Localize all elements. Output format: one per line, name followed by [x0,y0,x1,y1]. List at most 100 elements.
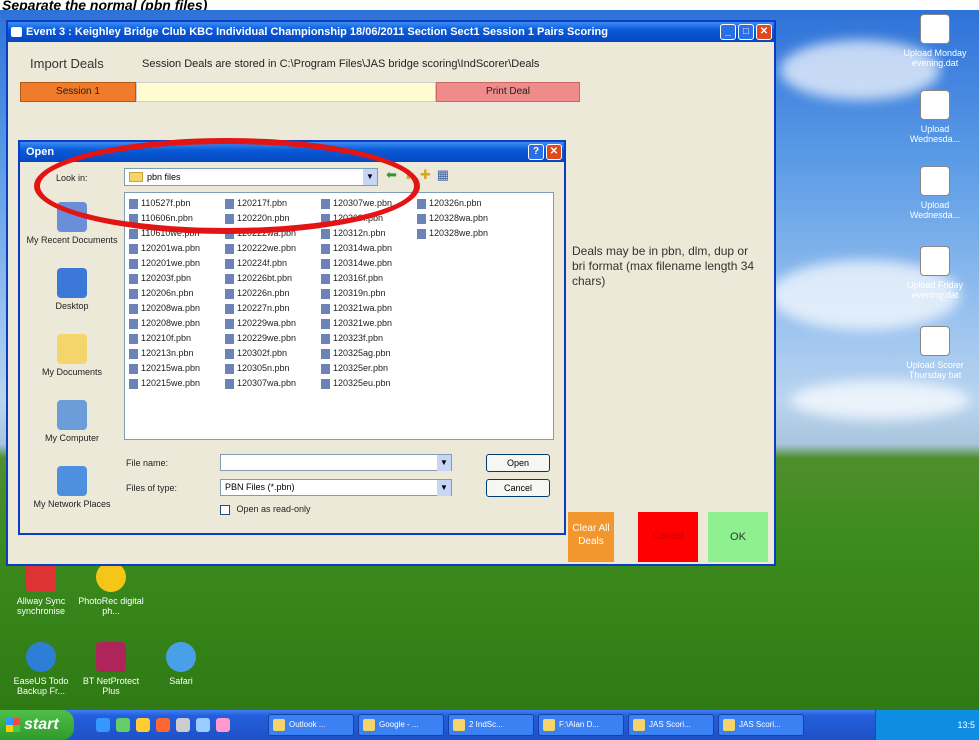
chevron-down-icon[interactable]: ▼ [437,455,451,471]
file-item[interactable]: 120319n.pbn [321,287,386,299]
cal-file-icon [920,166,950,196]
task-jas-scoring-1[interactable]: JAS Scori... [628,714,714,736]
dialog-cancel-button[interactable]: Cancel [486,479,550,497]
file-name-input[interactable]: ▼ [220,454,452,471]
session-1-button[interactable]: Session 1 [20,82,136,102]
pbn-file-icon [129,288,138,299]
desktop-icon-upload-friday[interactable]: Upload Friday evening.dat [900,246,970,300]
minimize-icon[interactable]: _ [720,24,736,40]
file-item[interactable]: 120321wa.pbn [321,302,392,314]
file-item[interactable]: 120326n.pbn [417,197,482,209]
file-item[interactable]: 120215wa.pbn [129,362,200,374]
file-item[interactable]: 120305n.pbn [225,362,290,374]
cancel-button[interactable]: Cancel [638,512,698,562]
desktop-icon-bt-netprotect[interactable]: BT NetProtect Plus [76,642,146,696]
file-item[interactable]: 120314we.pbn [321,257,392,269]
file-item[interactable]: 120201we.pbn [129,257,200,269]
view-menu-icon[interactable]: ▦ [437,167,449,183]
file-item[interactable]: 120206n.pbn [129,287,194,299]
file-item[interactable]: 120312n.pbn [321,227,386,239]
file-item[interactable]: 120328we.pbn [417,227,488,239]
file-item[interactable]: 120215we.pbn [129,377,200,389]
task-outlook[interactable]: Outlook ... [268,714,354,736]
app-titlebar[interactable]: Event 3 : Keighley Bridge Club KBC Indiv… [8,22,774,42]
close-icon[interactable]: ✕ [546,144,562,160]
desktop-icon-safari[interactable]: Safari [146,642,216,686]
desktop-icon-upload-wednesday-2[interactable]: Upload Wednesda... [900,166,970,220]
file-item[interactable]: 120227n.pbn [225,302,290,314]
file-item[interactable]: 120226n.pbn [225,287,290,299]
task-jas-scoring-2[interactable]: JAS Scori... [718,714,804,736]
help-icon[interactable]: ? [528,144,544,160]
file-type-label: Files of type: [126,483,178,493]
file-item[interactable]: 120213n.pbn [129,347,194,359]
file-item[interactable]: 120229wa.pbn [225,317,296,329]
quicklaunch-icon[interactable] [196,718,210,732]
ok-button[interactable]: OK [708,512,768,562]
place-my-computer[interactable]: My Computer [22,396,122,462]
file-item[interactable]: 120316f.pbn [321,272,383,284]
file-item[interactable]: 120203f.pbn [129,272,191,284]
task-indscorer[interactable]: 2 IndSc... [448,714,534,736]
file-item[interactable]: 120208we.pbn [129,317,200,329]
quicklaunch-icon[interactable] [216,718,230,732]
start-button[interactable]: start [0,710,74,740]
open-button[interactable]: Open [486,454,550,472]
place-my-documents[interactable]: My Documents [22,330,122,396]
file-item[interactable]: 120314wa.pbn [321,242,392,254]
file-item[interactable]: 120201wa.pbn [129,242,200,254]
desktop-icon-photorec[interactable]: PhotoRec digital ph... [76,562,146,616]
file-item[interactable]: 120302f.pbn [225,347,287,359]
cloud [790,380,970,420]
close-icon[interactable]: ✕ [756,24,772,40]
chevron-down-icon[interactable]: ▼ [437,480,451,496]
pbn-file-icon [129,303,138,314]
places-bar: My Recent Documents Desktop My Documents… [22,198,122,528]
pbn-file-icon [225,303,234,314]
file-item[interactable]: 120229we.pbn [225,332,296,344]
deals-format-note: Deals may be in pbn, dlm, dup or bri for… [572,244,755,288]
app-icon [633,719,645,731]
cal-file-icon [920,14,950,44]
quicklaunch-icon[interactable] [156,718,170,732]
maximize-icon[interactable]: □ [738,24,754,40]
quicklaunch-icon[interactable] [136,718,150,732]
pbn-file-icon [321,228,330,239]
desktop-icon-upload-thursday[interactable]: Upload Scorer Thursday bat [900,326,970,380]
place-desktop[interactable]: Desktop [22,264,122,330]
clear-all-deals-button[interactable]: Clear All Deals [568,512,614,562]
file-item[interactable]: 120224f.pbn [225,257,287,269]
place-network-places[interactable]: My Network Places [22,462,122,528]
read-only-checkbox[interactable]: Open as read-only [220,504,311,515]
session-description-field[interactable] [136,82,436,102]
file-item[interactable]: 120307wa.pbn [225,377,296,389]
file-item[interactable]: 120226bt.pbn [225,272,292,284]
file-item[interactable]: 120325er.pbn [321,362,388,374]
quicklaunch-icon[interactable] [176,718,190,732]
task-folder[interactable]: F:\Alan D... [538,714,624,736]
file-type-dropdown[interactable]: PBN Files (*.pbn) ▼ [220,479,452,496]
app-group-icon [453,719,465,731]
new-folder-icon[interactable]: ✚ [420,167,431,183]
network-places-icon [57,466,87,496]
desktop-icon-easeus[interactable]: EaseUS Todo Backup Fr... [6,642,76,696]
file-item[interactable]: 120323f.pbn [321,332,383,344]
file-item[interactable]: 120325eu.pbn [321,377,391,389]
desktop-icon-upload-wednesday[interactable]: Upload Wednesda... [900,90,970,144]
task-google[interactable]: Google - ... [358,714,444,736]
checkbox-icon[interactable] [220,504,230,515]
file-item[interactable]: 120210f.pbn [129,332,191,344]
file-item[interactable]: 120222we.pbn [225,242,296,254]
pbn-file-icon [321,378,330,389]
desktop-icon-allway-sync[interactable]: Allway Sync synchronise [6,562,76,616]
pbn-file-icon [225,318,234,329]
print-deal-button[interactable]: Print Deal [436,82,580,102]
quicklaunch-icon[interactable] [96,718,110,732]
file-item[interactable]: 120321we.pbn [321,317,392,329]
file-item[interactable]: 120325ag.pbn [321,347,391,359]
clock[interactable]: 13:5 [957,720,975,730]
file-item[interactable]: 120328wa.pbn [417,212,488,224]
quicklaunch-icon[interactable] [116,718,130,732]
file-item[interactable]: 120208wa.pbn [129,302,200,314]
desktop-icon-upload-monday[interactable]: Upload Monday evening.dat [900,14,970,68]
